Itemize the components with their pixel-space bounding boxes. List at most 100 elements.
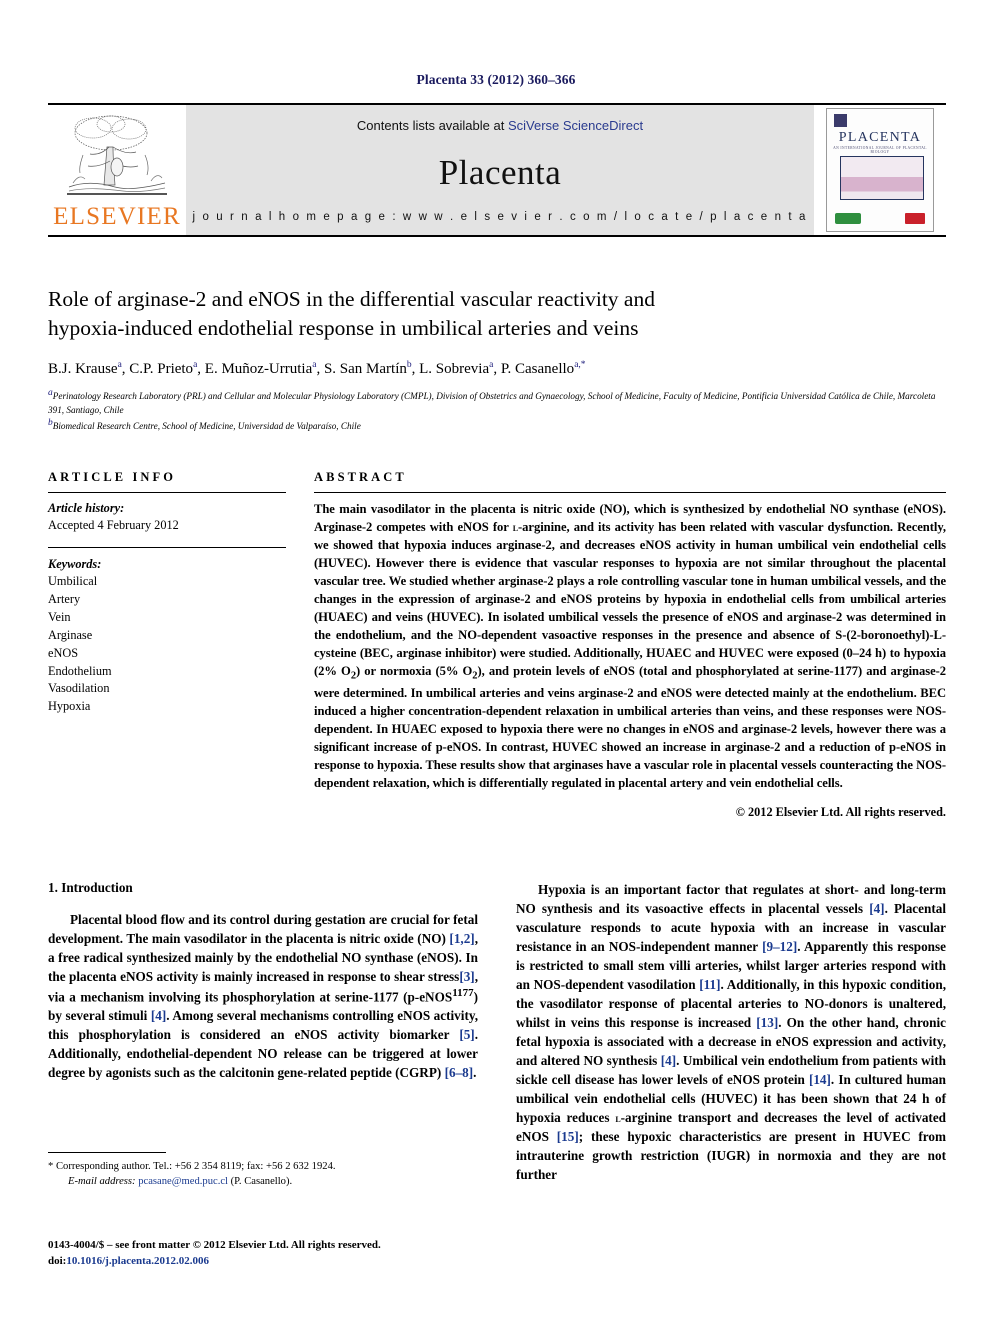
abstract-text: The main vasodilator in the placenta is … [314,500,946,792]
journal-cover-thumbnail: PLACENTA AN INTERNATIONAL JOURNAL OF PLA… [826,108,934,232]
citation-ref[interactable]: [4] [869,901,884,916]
author-list: B.J. Krausea, C.P. Prietoa, E. Muñoz-Urr… [48,359,946,379]
running-head: Placenta 33 (2012) 360–366 [416,72,576,87]
elsevier-tree-icon [67,115,167,195]
affiliation-b: bBiomedical Research Centre, School of M… [48,417,946,433]
article-info-column: ARTICLE INFO Article history: Accepted 4… [48,470,286,820]
cover-elsevier-icon [834,114,847,127]
elsevier-wordmark: ELSEVIER [53,203,181,230]
email-label: E-mail address: [68,1176,136,1188]
keyword-item: Arginase [48,627,93,642]
section-heading-introduction: 1. Introduction [48,880,133,895]
affiliation-a: aPerinatology Research Laboratory (PRL) … [48,387,946,416]
author: P. Casanelloa,* [500,360,586,378]
author: B.J. Krausea, [48,360,129,378]
divider [48,546,286,548]
citation-ref[interactable]: [4] [151,1008,166,1023]
journal-homepage-line[interactable]: j o u r n a l h o m e p a g e : w w w . … [193,211,808,223]
keyword-item: eNOS [48,645,79,660]
doi-prefix: doi: [48,1254,67,1267]
author-name: P. Casanello [500,361,575,378]
paper-page: Placenta 33 (2012) 360–366 ELSEVIER Cont… [0,0,992,1323]
author: L. Sobreviaa, [419,360,501,378]
keyword-item: Endothelium [48,663,112,678]
elsevier-logo-block: ELSEVIER [48,105,186,235]
author-name: L. Sobrevia [419,361,490,378]
cover-title: PLACENTA [838,130,922,145]
citation-ref[interactable]: [9–12] [762,939,797,954]
citation-ref[interactable]: [14] [809,1072,831,1087]
footnote-area: * Corresponding author. Tel.: +56 2 354 … [48,1152,478,1189]
abstract-part-3: ) or normoxia (5% O [356,664,473,679]
author-name: S. San Martín [323,361,407,378]
author-name: B.J. Krause [48,361,118,378]
intro-text: ; these hypoxic characteristics are pres… [516,1129,946,1183]
author-separator: , [316,361,324,378]
keyword-item: Vasodilation [48,681,110,696]
affiliation-a-text: Perinatology Research Laboratory (PRL) a… [48,391,936,415]
citation-ref[interactable]: [11] [699,977,720,992]
email-address-link[interactable]: pcasane@med.puc.cl [138,1176,228,1187]
author-name: E. Muñoz-Urrutia [204,361,313,378]
banner-center: Contents lists available at SciVerse Sci… [186,105,814,235]
title-line-2: hypoxia-induced endothelial response in … [48,315,639,340]
cover-badge-right-icon [905,213,925,224]
abstract-column: ABSTRACT The main vasodilator in the pla… [314,470,946,820]
intro-text: Placental blood flow and its control dur… [48,912,478,946]
issn-line: 0143-4004/$ – see front matter © 2012 El… [48,1239,381,1251]
article-info-heading: ARTICLE INFO [48,470,177,484]
citation-ref[interactable]: [15] [557,1129,579,1144]
contents-prefix: Contents lists available at [356,118,508,133]
abstract-part-4: ), and protein levels of eNOS (total and… [314,664,947,790]
author: E. Muñoz-Urrutiaa, [204,360,324,378]
keyword-item: Umbilical [48,574,98,589]
journal-cover-block: PLACENTA AN INTERNATIONAL JOURNAL OF PLA… [814,105,946,235]
superscript-1177: 1177 [452,987,474,999]
author: S. San Martínb, [323,360,419,378]
page-title: Role of arginase-2 and eNOS in the diffe… [48,285,946,342]
divider [48,492,286,493]
author-separator: , [197,361,205,378]
citation-ref[interactable]: [1,2] [449,931,474,946]
corresponding-text: Corresponding author. Tel.: +56 2 354 81… [55,1161,336,1172]
author: C.P. Prietoa, [129,360,205,378]
corresponding-marker: * [48,1161,54,1172]
cover-figure-image [840,156,924,200]
author-separator: , [493,361,501,378]
affiliation-b-text: Biomedical Research Centre, School of Me… [52,420,361,431]
body-columns: 1. Introduction Placental blood flow and… [48,880,946,1193]
intro-text: . [473,1065,477,1081]
article-history-label: Article history: [48,501,125,515]
citation-ref[interactable]: [3] [459,969,474,984]
divider [314,492,946,493]
keyword-item: Artery [48,592,81,607]
abstract-heading: ABSTRACT [314,470,407,484]
doi-link[interactable]: 10.1016/j.placenta.2012.02.006 [66,1255,209,1267]
corresponding-author-footnote: * Corresponding author. Tel.: +56 2 354 … [48,1159,478,1174]
journal-banner: ELSEVIER Contents lists available at Sci… [48,103,946,237]
footnote-divider [48,1152,166,1153]
info-abstract-section: ARTICLE INFO Article history: Accepted 4… [48,470,946,820]
citation-ref[interactable]: [5] [459,1027,474,1042]
citation-ref[interactable]: [13] [756,1015,778,1030]
abstract-copyright: © 2012 Elsevier Ltd. All rights reserved… [735,804,946,819]
abstract-part-2: -arginine, and its activity has been rel… [314,520,946,679]
author-name: C.P. Prieto [129,361,194,378]
body-column-right: Hypoxia is an important factor that regu… [516,880,946,1193]
citation-ref[interactable]: [6–8] [445,1065,474,1080]
intro-paragraph-right: Hypoxia is an important factor that regu… [516,880,946,1184]
sciencedirect-link[interactable]: SciVerse ScienceDirect [508,118,643,133]
author-affiliation-mark: a,* [574,360,586,371]
title-line-1: Role of arginase-2 and eNOS in the diffe… [48,287,655,311]
keyword-item: Hypoxia [48,699,91,714]
email-footnote: E-mail address: pcasane@med.puc.cl (P. C… [48,1174,478,1189]
intro-paragraph-left: Placental blood flow and its control dur… [48,910,478,1082]
citation-ref[interactable]: [4] [661,1053,676,1068]
cover-subtitle: AN INTERNATIONAL JOURNAL OF PLACENTAL BI… [833,146,927,154]
title-block: Role of arginase-2 and eNOS in the diffe… [48,285,946,433]
contents-available-line: Contents lists available at SciVerse Sci… [357,118,643,133]
body-column-left: 1. Introduction Placental blood flow and… [48,880,478,1193]
article-history-value: Accepted 4 February 2012 [48,518,179,533]
cover-badge-left-icon [835,213,861,224]
email-owner: (P. Casanello). [230,1176,293,1188]
